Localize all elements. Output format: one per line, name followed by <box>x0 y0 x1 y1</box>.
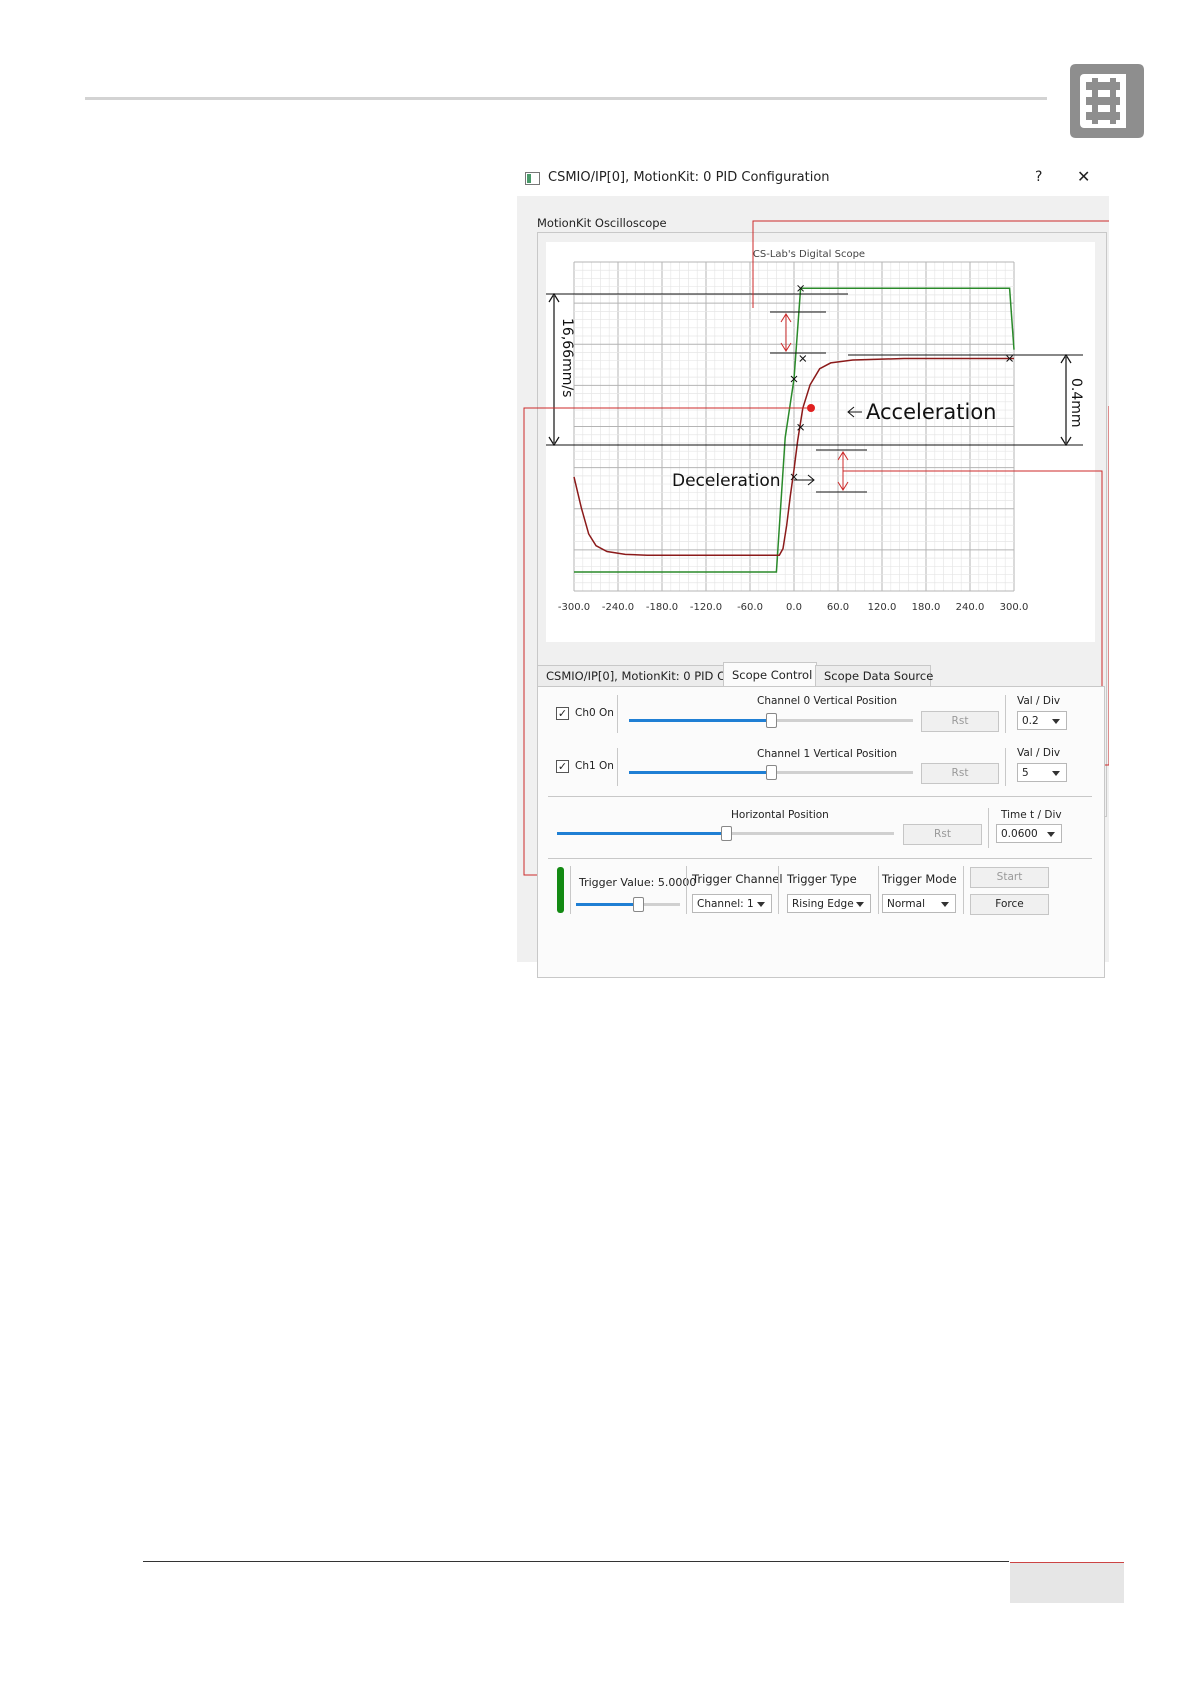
trigger-channel-value: Channel: 1 <box>697 898 754 910</box>
divider <box>778 866 779 914</box>
divider <box>963 866 964 914</box>
trigger-mode-select[interactable]: Normal <box>882 894 956 913</box>
time-div-value: 0.0600 <box>1001 828 1038 840</box>
ch0-position-label: Channel 0 Vertical Position <box>757 695 897 707</box>
divider <box>570 866 571 914</box>
x-tick-label: 120.0 <box>868 602 897 613</box>
divider <box>617 748 618 786</box>
x-tick-label: 60.0 <box>827 602 849 613</box>
group-title: MotionKit Oscilloscope <box>537 216 667 230</box>
divider <box>617 695 618 733</box>
x-tick-label: 300.0 <box>1000 602 1029 613</box>
force-button[interactable]: Force <box>970 894 1049 915</box>
tab-scope-data-source[interactable]: Scope Data Source <box>815 665 933 688</box>
trigger-type-select[interactable]: Rising Edge <box>787 894 871 913</box>
ch0-label: Ch0 On <box>575 707 614 719</box>
divider <box>686 866 687 914</box>
trigger-type-value: Rising Edge <box>792 898 854 910</box>
x-tick-label: -60.0 <box>737 602 763 613</box>
ch1-valdiv-value: 5 <box>1022 767 1029 779</box>
trigger-mode-label: Trigger Mode <box>882 872 957 886</box>
chevron-down-icon <box>1052 719 1060 724</box>
ch0-valdiv-label: Val / Div <box>1017 695 1061 707</box>
horizontal-reset-button[interactable]: Rst <box>903 824 982 845</box>
trigger-type-label: Trigger Type <box>787 872 857 886</box>
window-title: CSMIO/IP[0], MotionKit: 0 PID Configurat… <box>548 170 830 185</box>
pid-configuration-window: CSMIO/IP[0], MotionKit: 0 PID Configurat… <box>517 160 1109 978</box>
time-div-select[interactable]: 0.0600 <box>996 824 1062 843</box>
page-number-box <box>1010 1562 1124 1603</box>
ch0-reset-button[interactable]: Rst <box>921 711 999 732</box>
ch1-position-label: Channel 1 Vertical Position <box>757 748 897 760</box>
x-tick-label: 180.0 <box>912 602 941 613</box>
ch0-valdiv-select[interactable]: 0.2 <box>1017 711 1067 730</box>
x-tick-label: -240.0 <box>602 602 634 613</box>
divider <box>548 796 1092 797</box>
x-tick-label: -300.0 <box>558 602 590 613</box>
chevron-down-icon <box>1047 832 1055 837</box>
cs-lab-logo <box>1070 64 1144 138</box>
trigger-value-label: Trigger Value: 5.0000 <box>579 876 697 889</box>
divider <box>1005 748 1006 786</box>
help-button[interactable]: ? <box>1035 169 1042 185</box>
header-rule <box>85 97 1047 100</box>
ch1-valdiv-label: Val / Div <box>1017 747 1061 759</box>
tab-scope-control[interactable]: Scope Control <box>723 662 817 689</box>
ch0-position-slider[interactable] <box>629 712 913 728</box>
title-bar: CSMIO/IP[0], MotionKit: 0 PID Configurat… <box>517 160 1109 196</box>
tab-pid-cfg[interactable]: CSMIO/IP[0], MotionKit: 0 PID Cfg <box>537 665 736 688</box>
trigger-channel-select[interactable]: Channel: 1 <box>692 894 772 913</box>
divider <box>548 858 1092 859</box>
divider <box>1005 695 1006 733</box>
chevron-down-icon <box>941 902 949 907</box>
ch1-reset-button[interactable]: Rst <box>921 763 999 784</box>
divider <box>988 808 989 848</box>
footer-rule <box>143 1561 1009 1562</box>
x-tick-label: 0.0 <box>786 602 802 613</box>
chart-title: CS-Lab's Digital Scope <box>753 249 865 260</box>
time-div-label: Time t / Div <box>1001 809 1062 821</box>
trigger-channel-label: Trigger Channel <box>692 872 783 886</box>
chevron-down-icon <box>757 902 765 907</box>
ch1-position-slider[interactable] <box>629 764 913 780</box>
scope-control-panel: ✓ Ch0 On Channel 0 Vertical Position Rst… <box>537 686 1105 978</box>
start-button[interactable]: Start <box>970 867 1049 888</box>
ch1-checkbox[interactable]: ✓ <box>556 760 569 773</box>
app-icon <box>525 172 540 185</box>
horizontal-position-label: Horizontal Position <box>731 809 829 821</box>
x-tick-label: 240.0 <box>956 602 985 613</box>
trigger-mode-value: Normal <box>887 898 925 910</box>
scope-chart: CS-Lab's Digital Scope -300.0 -240.0 -180.… <box>546 242 1095 642</box>
trigger-value-slider[interactable] <box>576 896 680 912</box>
x-tick-label: -180.0 <box>646 602 678 613</box>
ch1-label: Ch1 On <box>575 760 614 772</box>
chevron-down-icon <box>856 902 864 907</box>
divider <box>878 866 879 914</box>
x-tick-label: -120.0 <box>690 602 722 613</box>
ch0-checkbox[interactable]: ✓ <box>556 707 569 720</box>
horizontal-position-slider[interactable] <box>557 825 894 841</box>
close-icon[interactable]: ✕ <box>1077 167 1090 186</box>
ch1-valdiv-select[interactable]: 5 <box>1017 763 1067 782</box>
chevron-down-icon <box>1052 771 1060 776</box>
trigger-status-indicator <box>557 867 564 913</box>
ch0-valdiv-value: 0.2 <box>1022 715 1039 727</box>
